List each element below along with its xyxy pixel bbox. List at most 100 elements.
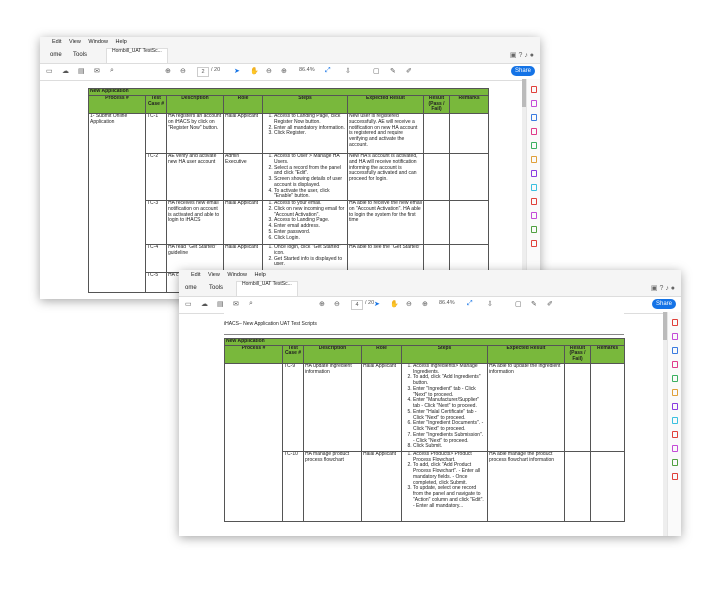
- sign-icon[interactable]: ✐: [406, 67, 412, 75]
- tool-icon[interactable]: [530, 184, 537, 191]
- tool-icon[interactable]: [671, 375, 678, 382]
- result-cell: [564, 450, 591, 522]
- tool-icon[interactable]: [671, 347, 678, 354]
- fit-page-icon[interactable]: ⤢: [467, 300, 473, 308]
- tab-tools[interactable]: Tools: [73, 48, 87, 63]
- steps-cell: Once login, click "Get Started" icon. Ge…: [262, 244, 348, 273]
- zoom-level[interactable]: 86.4%: [299, 67, 315, 73]
- tool-icon[interactable]: [530, 156, 537, 163]
- zoom-in-icon[interactable]: ⊕: [422, 300, 428, 308]
- tool-icon[interactable]: [530, 114, 537, 121]
- pen-icon[interactable]: ✎: [390, 67, 396, 75]
- col-process: Process #: [224, 344, 283, 364]
- share-button[interactable]: Share: [510, 66, 535, 76]
- save-icon[interactable]: ▭: [185, 300, 192, 308]
- case-cell: TC-5: [145, 272, 167, 293]
- menu-edit[interactable]: Edit: [52, 39, 61, 45]
- menu-view[interactable]: View: [208, 272, 220, 278]
- share-button[interactable]: Share: [651, 299, 676, 309]
- zoom-in-icon[interactable]: ⊕: [281, 67, 287, 75]
- search-icon[interactable]: ⌕: [249, 300, 253, 308]
- tool-icon[interactable]: [530, 86, 537, 93]
- page-up-icon[interactable]: ⊕: [165, 67, 171, 75]
- comment-icon[interactable]: ▢: [515, 300, 522, 308]
- step-item: Click Submit.: [413, 443, 486, 450]
- tab-document[interactable]: Hornbill_UAT TestSc...: [106, 48, 168, 63]
- tool-icon[interactable]: [671, 431, 678, 438]
- page-number-input[interactable]: 4: [351, 300, 363, 310]
- account-icon[interactable]: ●: [530, 52, 534, 59]
- select-cursor-icon[interactable]: ➤: [374, 300, 380, 308]
- tool-icon[interactable]: [671, 459, 678, 466]
- table-row: TC-9 HA update ingredient information Ha…: [224, 362, 626, 522]
- menu-window[interactable]: Window: [88, 39, 108, 45]
- page-number-input[interactable]: 2: [197, 67, 209, 77]
- bell-icon[interactable]: ♪: [665, 285, 669, 292]
- tool-icon[interactable]: [671, 417, 678, 424]
- upload-icon[interactable]: ☁: [62, 67, 69, 75]
- menu-help[interactable]: Help: [254, 272, 265, 278]
- tool-icon[interactable]: [530, 212, 537, 219]
- tool-icon[interactable]: [671, 389, 678, 396]
- tool-icon[interactable]: [530, 100, 537, 107]
- tool-icon[interactable]: [530, 226, 537, 233]
- tab-home[interactable]: ome: [50, 48, 62, 63]
- process-cell: [224, 362, 283, 522]
- chat-icon[interactable]: ▣: [651, 285, 658, 292]
- toolbar: ▭ ☁ ▤ ✉ ⌕ ⊕ ⊖ 2 / 20 ➤ ✋ ⊖ ⊕ 86.4% ⤢ ⇩ ▢…: [40, 64, 540, 81]
- bell-icon[interactable]: ♪: [524, 52, 528, 59]
- tool-icon[interactable]: [671, 361, 678, 368]
- desc-cell: AE verify and activate new HA user accou…: [166, 153, 224, 201]
- page-up-icon[interactable]: ⊕: [319, 300, 325, 308]
- col-steps: Steps: [401, 344, 488, 364]
- comment-icon[interactable]: ▢: [373, 67, 380, 75]
- tool-icon[interactable]: [671, 403, 678, 410]
- print-icon[interactable]: ▤: [78, 67, 85, 75]
- menu-window[interactable]: Window: [227, 272, 247, 278]
- help-icon[interactable]: ?: [659, 285, 663, 292]
- result-cell: [423, 244, 450, 273]
- tool-icon[interactable]: [530, 170, 537, 177]
- help-icon[interactable]: ?: [518, 52, 522, 59]
- zoom-out-icon[interactable]: ⊖: [266, 67, 272, 75]
- save-icon[interactable]: ▭: [46, 67, 53, 75]
- menu-bar: Edit View Window Help: [40, 37, 540, 48]
- col-expected: Expected Result: [347, 94, 424, 115]
- tool-icon[interactable]: [671, 445, 678, 452]
- menu-view[interactable]: View: [69, 39, 81, 45]
- tools-sidebar: [667, 312, 681, 536]
- tool-icon[interactable]: [530, 198, 537, 205]
- account-icon[interactable]: ●: [671, 285, 675, 292]
- sign-icon[interactable]: ✐: [547, 300, 553, 308]
- hand-icon[interactable]: ✋: [250, 67, 259, 75]
- pen-icon[interactable]: ✎: [531, 300, 537, 308]
- page-down-icon[interactable]: ⊖: [180, 67, 186, 75]
- hand-icon[interactable]: ✋: [390, 300, 399, 308]
- upload-icon[interactable]: ☁: [201, 300, 208, 308]
- tool-icon[interactable]: [671, 473, 678, 480]
- scroll-mode-icon[interactable]: ⇩: [487, 300, 493, 308]
- scroll-mode-icon[interactable]: ⇩: [345, 67, 351, 75]
- menu-help[interactable]: Help: [115, 39, 126, 45]
- tab-document[interactable]: Hornbill_UAT TestSc...: [236, 281, 298, 296]
- tool-icon[interactable]: [671, 333, 678, 340]
- document-title: iHACS– New Application UAT Test Scripts: [224, 321, 317, 327]
- zoom-out-icon[interactable]: ⊖: [406, 300, 412, 308]
- menu-edit[interactable]: Edit: [191, 272, 200, 278]
- mail-icon[interactable]: ✉: [94, 67, 100, 75]
- fit-page-icon[interactable]: ⤢: [325, 67, 331, 75]
- search-icon[interactable]: ⌕: [110, 67, 114, 75]
- tool-icon[interactable]: [530, 142, 537, 149]
- zoom-level[interactable]: 86.4%: [439, 300, 455, 306]
- mail-icon[interactable]: ✉: [233, 300, 239, 308]
- tab-tools[interactable]: Tools: [209, 281, 223, 296]
- tool-icon[interactable]: [530, 128, 537, 135]
- chat-icon[interactable]: ▣: [510, 52, 517, 59]
- page-down-icon[interactable]: ⊖: [334, 300, 340, 308]
- tab-home[interactable]: ome: [185, 281, 197, 296]
- tool-icon[interactable]: [671, 319, 678, 326]
- select-cursor-icon[interactable]: ➤: [234, 67, 240, 75]
- tool-icon[interactable]: [530, 240, 537, 247]
- case-cell: TC-3: [145, 200, 167, 245]
- print-icon[interactable]: ▤: [217, 300, 224, 308]
